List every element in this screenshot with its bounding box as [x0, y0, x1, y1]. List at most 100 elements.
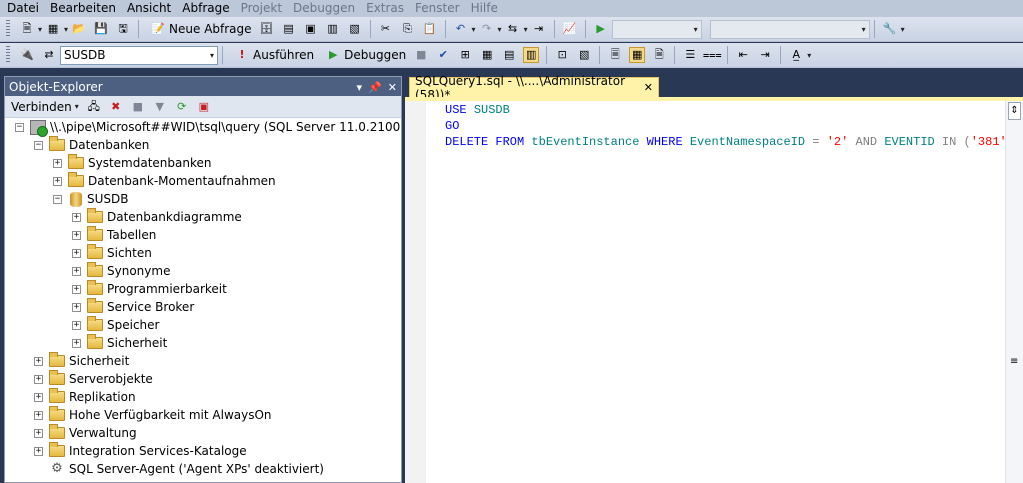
tree-node[interactable]: + Sichten: [72, 244, 152, 262]
toolbar-grip[interactable]: [6, 46, 10, 64]
intellisense-icon[interactable]: ▤: [501, 47, 517, 63]
tree-node[interactable]: + Hohe Verfügbarkeit mit AlwaysOn: [34, 406, 272, 424]
analysis-query-icon[interactable]: ▤: [281, 21, 297, 37]
menu-bearbeiten[interactable]: Bearbeiten: [45, 0, 122, 17]
save-icon[interactable]: 💾: [93, 21, 109, 37]
display-estimated-plan-icon[interactable]: ⊞: [457, 47, 473, 63]
new-item-dropdown[interactable]: ▾: [38, 25, 42, 34]
stop-icon[interactable]: ■: [413, 47, 429, 63]
client-statistics-icon[interactable]: ▧: [576, 47, 592, 63]
scroll-grip-icon[interactable]: ≡: [1010, 356, 1018, 367]
menu-abfrage[interactable]: Abfrage: [177, 0, 235, 17]
decrease-indent-icon[interactable]: ⇤: [735, 47, 751, 63]
activity-monitor-icon[interactable]: 📈: [562, 21, 578, 37]
toolbar-options-icon[interactable]: ▾: [807, 51, 811, 60]
tree-node[interactable]: − \\.\pipe\Microsoft##WID\tsql\query (SQL…: [15, 118, 401, 137]
close-icon[interactable]: ✕: [388, 81, 397, 94]
undo-icon[interactable]: ↶: [453, 21, 469, 37]
paste-icon[interactable]: 📋: [422, 21, 438, 37]
close-icon[interactable]: ✕: [644, 81, 653, 94]
open-file-icon[interactable]: 📂: [71, 21, 87, 37]
parse-check-icon[interactable]: ✔: [435, 47, 451, 63]
tree-node[interactable]: + Datenbankdiagramme: [72, 208, 242, 226]
query-editor[interactable]: USE SUSDB GO DELETE FROM tbEventInstance W…: [405, 97, 1023, 483]
tree-node[interactable]: + Datenbank-Momentaufnahmen: [53, 172, 276, 190]
new-query-button[interactable]: 📝 Neue Abfrage: [147, 21, 251, 37]
menu-projekt[interactable]: Projekt: [236, 0, 288, 17]
menu-debuggen[interactable]: Debuggen: [288, 0, 361, 17]
expand-icon[interactable]: +: [34, 356, 43, 366]
add-item-dropdown[interactable]: ▾: [64, 25, 68, 34]
window-position-icon[interactable]: ▾: [357, 81, 363, 94]
stop-icon[interactable]: ■: [130, 99, 146, 115]
expand-icon[interactable]: +: [34, 428, 43, 438]
split-window-icon[interactable]: ⇕: [1008, 102, 1021, 120]
copy-icon[interactable]: ⎘: [400, 21, 416, 37]
tree-node[interactable]: + Programmierbarkeit: [72, 280, 227, 298]
tree-node[interactable]: + Sicherheit: [34, 352, 129, 370]
expand-icon[interactable]: +: [53, 176, 62, 186]
query-text[interactable]: USE SUSDB GO DELETE FROM tbEventInstance W…: [445, 102, 1014, 150]
disconnect-icon[interactable]: ✖: [108, 99, 124, 115]
uncomment-lines-icon[interactable]: ⩶: [703, 47, 722, 63]
expand-icon[interactable]: +: [34, 374, 43, 384]
database-select[interactable]: SUSDB ▾: [60, 45, 218, 65]
undo-dropdown[interactable]: ▾: [472, 25, 476, 34]
auto-hide-pin-icon[interactable]: 📌: [368, 81, 382, 94]
tree-node[interactable]: + Serverobjekte: [34, 370, 153, 388]
connect-icon[interactable]: 🔌: [19, 47, 35, 63]
tree-node[interactable]: + Service Broker: [72, 298, 194, 316]
expand-icon[interactable]: +: [53, 158, 62, 168]
expand-icon[interactable]: +: [72, 266, 81, 276]
menu-ansicht[interactable]: Ansicht: [122, 0, 177, 17]
xmla-query-icon[interactable]: ▧: [347, 21, 363, 37]
increase-indent-icon[interactable]: ⇥: [757, 47, 773, 63]
redo-icon[interactable]: ↷: [479, 21, 495, 37]
new-item-icon[interactable]: 🗎: [19, 21, 35, 37]
menu-fenster[interactable]: Fenster: [410, 0, 466, 17]
save-all-icon[interactable]: 🖫: [115, 21, 131, 37]
tree-node[interactable]: − SUSDB: [53, 190, 129, 208]
tree-node[interactable]: + Sicherheit: [72, 334, 167, 352]
tree-node[interactable]: + Verwaltung: [34, 424, 137, 442]
query-designer-icon[interactable]: ▦: [479, 47, 495, 63]
collapse-icon[interactable]: −: [53, 194, 62, 204]
expand-icon[interactable]: +: [34, 446, 43, 456]
results-to-grid-icon[interactable]: ▦: [629, 47, 646, 63]
menu-extras[interactable]: Extras: [361, 0, 410, 17]
toolbar-grip[interactable]: [6, 20, 10, 38]
specify-template-values-icon[interactable]: A̲: [788, 47, 804, 63]
properties-icon[interactable]: 🔧: [882, 21, 898, 37]
redo-dropdown[interactable]: ▾: [498, 25, 502, 34]
tree-node[interactable]: + Integration Services-Kataloge: [34, 442, 247, 460]
expand-icon[interactable]: +: [72, 320, 81, 330]
tree-node[interactable]: + Replikation: [34, 388, 136, 406]
navigate-dropdown[interactable]: ▾: [524, 25, 528, 34]
menu-hilfe[interactable]: Hilfe: [466, 0, 504, 17]
debug-button[interactable]: ▶ Debuggen: [322, 47, 406, 63]
mdx-query-icon[interactable]: ▣: [303, 21, 319, 37]
tree-node[interactable]: + Speicher: [72, 316, 159, 334]
include-actual-plan-icon[interactable]: ⊡: [554, 47, 570, 63]
database-engine-query-icon[interactable]: 🗄: [259, 21, 275, 37]
results-to-file-icon[interactable]: 🗎: [651, 47, 667, 63]
tab-sqlquery1[interactable]: SQLQuery1.sql - \\....\Administrator (58…: [409, 74, 659, 102]
tree-node[interactable]: + Synonyme: [72, 262, 170, 280]
collapse-icon[interactable]: −: [34, 140, 43, 150]
tree-node[interactable]: + Tabellen: [72, 226, 156, 244]
toolbar-options-icon[interactable]: ▾: [901, 25, 905, 34]
start-icon[interactable]: ▶: [593, 21, 609, 37]
activity-monitor-icon[interactable]: ▣: [196, 99, 212, 115]
expand-icon[interactable]: +: [72, 248, 81, 258]
expand-icon[interactable]: +: [72, 230, 81, 240]
expand-icon[interactable]: +: [34, 392, 43, 402]
results-to-text-icon[interactable]: 🗏: [607, 47, 623, 63]
tree-node[interactable]: − Datenbanken: [34, 136, 149, 154]
results-options-icon[interactable]: ▥: [523, 47, 540, 63]
expand-icon[interactable]: +: [72, 284, 81, 294]
execute-button[interactable]: ! Ausführen: [231, 47, 314, 63]
connect-button[interactable]: Verbinden ▾: [11, 100, 79, 114]
collapse-icon[interactable]: −: [15, 122, 24, 132]
comment-lines-icon[interactable]: ☰: [682, 47, 698, 63]
vertical-scrollbar[interactable]: ⇕ ≡: [1005, 101, 1023, 483]
